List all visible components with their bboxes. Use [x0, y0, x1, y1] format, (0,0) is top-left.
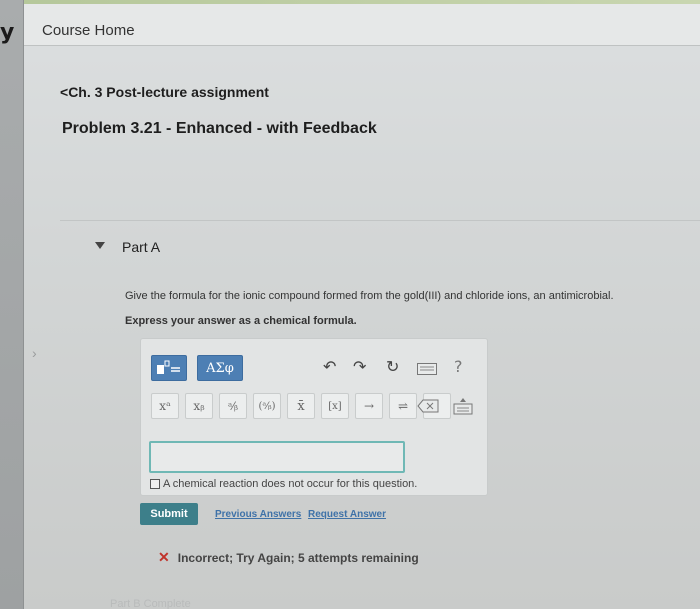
bracket-button[interactable]: [x] — [321, 393, 349, 419]
instruction-text: Express your answer as a chemical formul… — [125, 315, 357, 327]
toolbar-row-2: xᵃ xᵦ ᵃ⁄ᵦ (ᵃ⁄ᵦ) x̄ [x] → ⇌ • — [149, 393, 479, 423]
course-home-link[interactable]: Course Home — [42, 22, 135, 39]
incorrect-x-icon: ✕ — [158, 549, 170, 565]
logo: y — [0, 20, 15, 45]
delete-icon[interactable] — [417, 399, 439, 418]
arrow-button[interactable]: → — [355, 393, 383, 419]
previous-answers-link[interactable]: Previous Answers — [215, 509, 301, 520]
back-link-label: Ch. 3 Post-lecture assignment — [68, 84, 269, 100]
part-label: Part A — [122, 239, 161, 255]
undo-icon[interactable]: ↶ — [323, 357, 336, 376]
subscript-button[interactable]: xᵦ — [185, 393, 213, 419]
back-link[interactable]: <Ch. 3 Post-lecture assignment — [60, 84, 269, 100]
left-nav-strip — [0, 0, 24, 609]
answer-editor: ΑΣφ ↶ ↷ ↻ ? xᵃ xᵦ ᵃ⁄ᵦ (ᵃ⁄ᵦ) x̄ [x] → ⇌ •… — [140, 338, 488, 496]
question-text: Give the formula for the ionic compound … — [125, 290, 614, 302]
help-icon[interactable]: ? — [454, 357, 463, 376]
fraction-button[interactable]: ᵃ⁄ᵦ — [219, 393, 247, 419]
no-reaction-checkbox[interactable] — [150, 479, 160, 489]
section-divider — [60, 220, 700, 221]
footer-text: Part B Complete — [110, 598, 191, 609]
templates-button[interactable] — [151, 355, 187, 381]
templates-icon — [157, 360, 180, 374]
header-bar: Course Home — [24, 4, 700, 46]
toolbar-row-1: ΑΣφ ↶ ↷ ↻ ? — [149, 353, 479, 383]
caret-down-icon — [95, 242, 105, 249]
page-title: Problem 3.21 - Enhanced - with Feedback — [62, 120, 377, 137]
keypad-icon[interactable] — [453, 397, 473, 420]
redo-icon[interactable]: ↷ — [353, 357, 366, 376]
answer-input[interactable] — [149, 441, 405, 473]
part-a-toggle[interactable]: Part A — [95, 239, 175, 255]
feedback-text: Incorrect; Try Again; 5 attempts remaini… — [177, 551, 419, 565]
no-reaction-label: A chemical reaction does not occur for t… — [163, 478, 418, 490]
greek-label: ΑΣφ — [206, 360, 234, 376]
side-chevron-icon: › — [32, 345, 37, 361]
overline-button[interactable]: x̄ — [287, 393, 315, 419]
keyboard-icon[interactable] — [417, 360, 437, 379]
fraction-paren-button[interactable]: (ᵃ⁄ᵦ) — [253, 393, 281, 419]
no-reaction-option[interactable]: A chemical reaction does not occur for t… — [150, 477, 480, 491]
superscript-button[interactable]: xᵃ — [151, 393, 179, 419]
submit-button[interactable]: Submit — [140, 503, 198, 525]
greek-button[interactable]: ΑΣφ — [197, 355, 243, 381]
equilibrium-button[interactable]: ⇌ — [389, 393, 417, 419]
feedback-message: ✕ Incorrect; Try Again; 5 attempts remain… — [158, 549, 419, 566]
request-answer-link[interactable]: Request Answer — [308, 509, 386, 520]
chevron-left-icon: < — [60, 84, 69, 100]
reset-icon[interactable]: ↻ — [386, 357, 399, 376]
